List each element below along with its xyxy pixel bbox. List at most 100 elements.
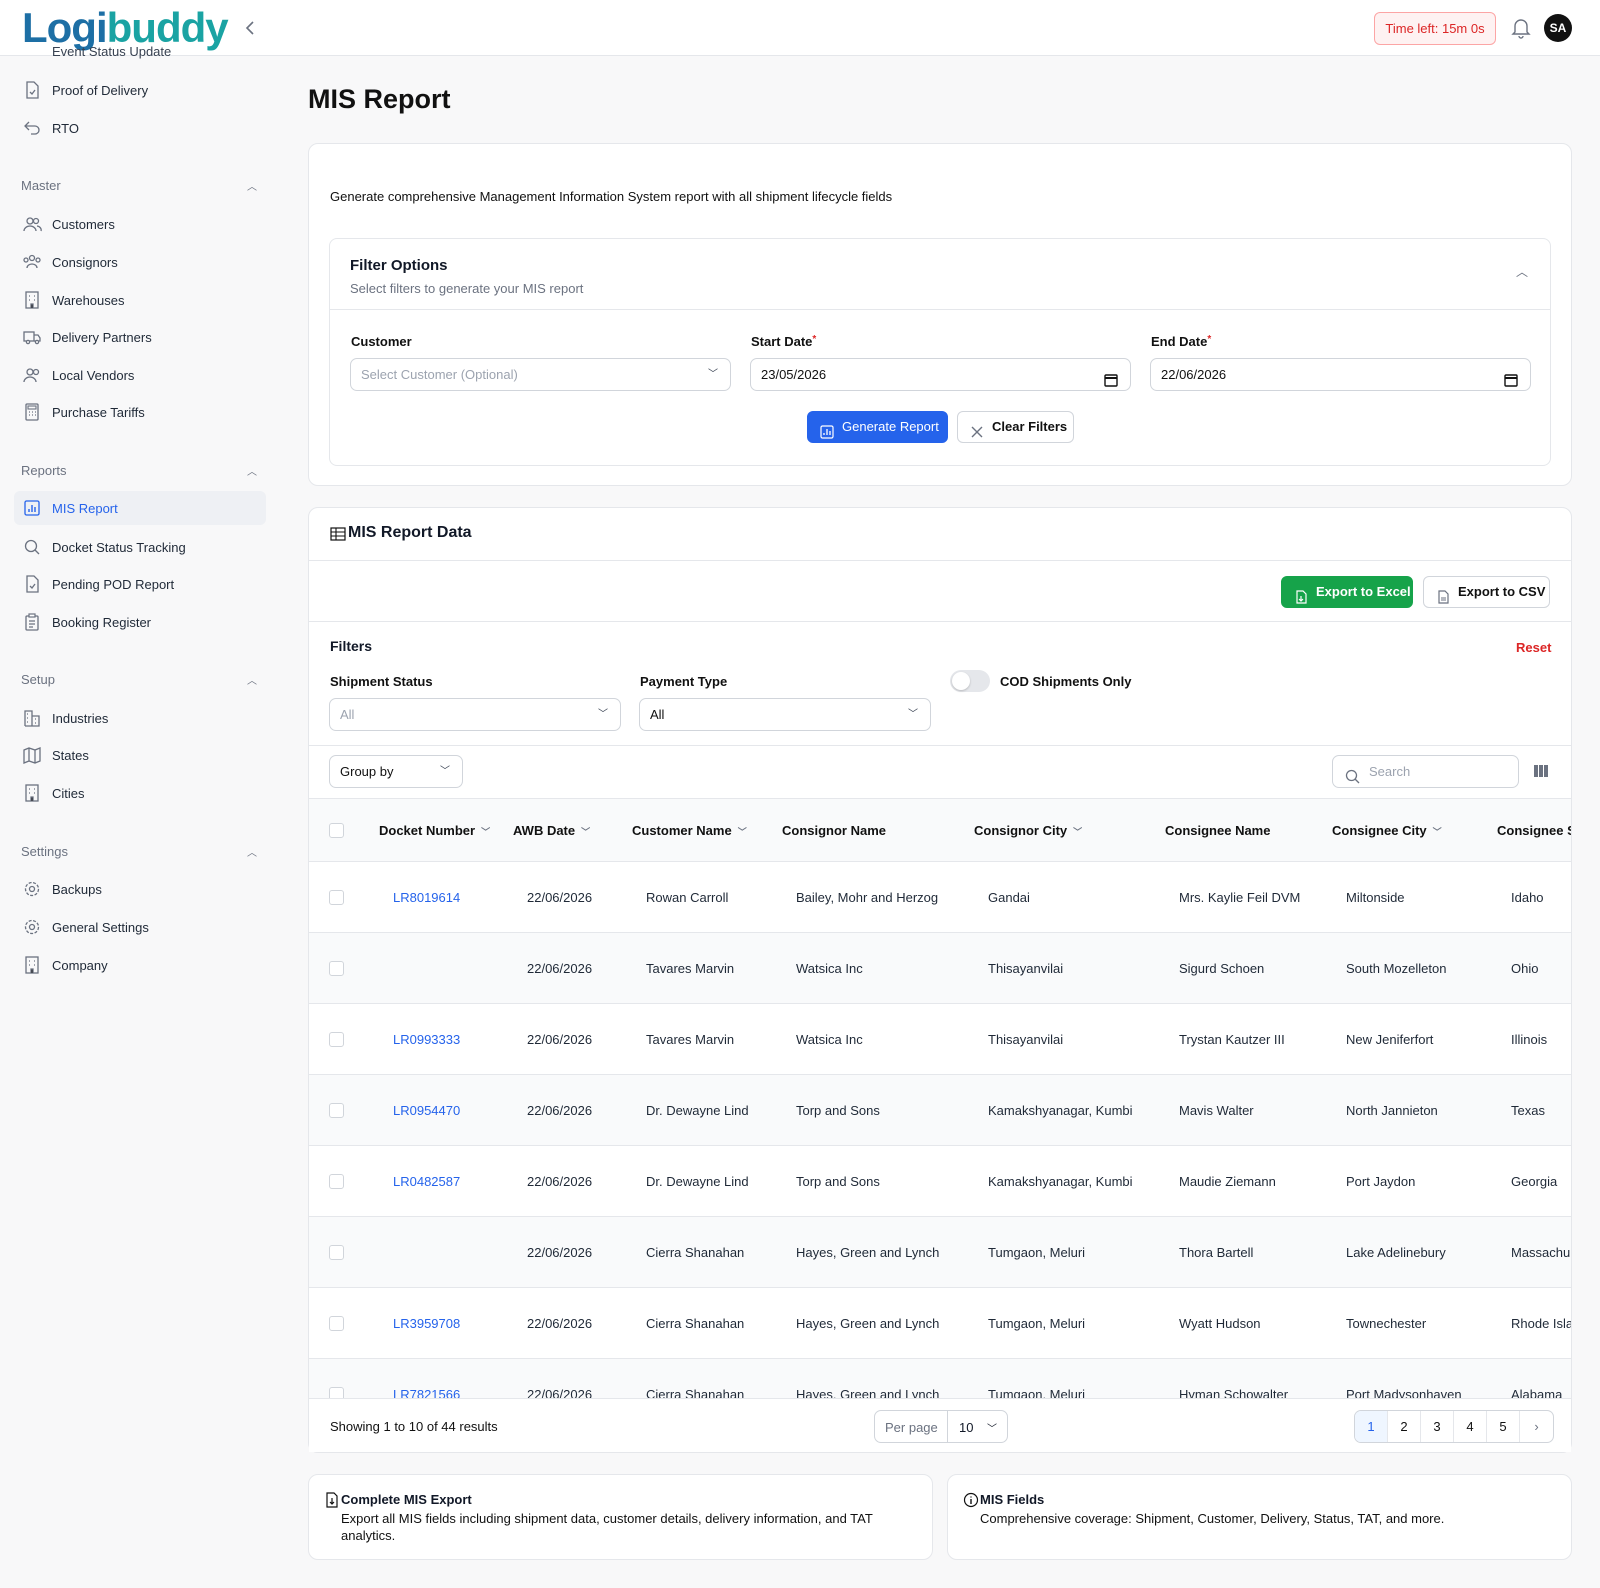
start-date-input[interactable]: 23/05/2026 <box>750 358 1131 391</box>
table-row[interactable]: LR7821566 22/06/2026 Cierra Shanahan Hayes,… <box>309 1359 1571 1398</box>
per-page-select[interactable]: Per page 10 ﹀ <box>874 1410 1008 1443</box>
sidebar-section-master[interactable]: Master ︿ <box>21 178 257 193</box>
users-icon <box>22 365 42 385</box>
row-checkbox[interactable] <box>329 1387 344 1398</box>
sidebar-item-event-status-update[interactable]: Event Status Update <box>52 44 171 59</box>
table-cell: Sigurd Schoen <box>1179 961 1265 976</box>
sidebar-item-purchase-tariffs[interactable]: Purchase Tariffs <box>14 395 266 429</box>
row-checkbox[interactable] <box>329 1174 344 1189</box>
return-arrow-icon <box>22 118 42 138</box>
sidebar-section-reports[interactable]: Reports ︿ <box>21 463 257 478</box>
generate-report-button[interactable]: Generate Report <box>807 411 948 443</box>
calendar-icon[interactable] <box>1504 367 1518 387</box>
clear-filters-button[interactable]: Clear Filters <box>957 411 1074 443</box>
sidebar-item-docket-status-tracking[interactable]: Docket Status Tracking <box>14 530 266 564</box>
row-checkbox[interactable] <box>329 1245 344 1260</box>
row-checkbox[interactable] <box>329 890 344 905</box>
export-excel-button[interactable]: Export to Excel <box>1281 576 1413 608</box>
sidebar-item-local-vendors[interactable]: Local Vendors <box>14 358 266 392</box>
row-checkbox[interactable] <box>329 961 344 976</box>
page-1-button[interactable]: 1 <box>1355 1411 1388 1442</box>
sidebar-item-booking-register[interactable]: Booking Register <box>14 605 266 639</box>
sidebar-item-pending-pod-report[interactable]: Pending POD Report <box>14 567 266 601</box>
sidebar-section-settings[interactable]: Settings ︿ <box>21 844 257 859</box>
sidebar-item-cities[interactable]: Cities <box>14 776 266 810</box>
page-description: Generate comprehensive Management Inform… <box>330 189 893 204</box>
docket-link[interactable]: LR0993333 <box>393 1032 460 1047</box>
filter-options-subtitle: Select filters to generate your MIS repo… <box>350 281 584 296</box>
export-csv-button[interactable]: Export to CSV <box>1423 576 1550 608</box>
columns-icon[interactable] <box>1533 764 1549 778</box>
payment-type-select[interactable]: All ﹀ <box>639 698 931 731</box>
table-row[interactable]: LR0482587 22/06/2026 Dr. Dewayne Lind Torp … <box>309 1146 1571 1217</box>
sidebar-section-setup[interactable]: Setup ︿ <box>21 672 257 687</box>
sidebar-item-consignors[interactable]: Consignors <box>14 245 266 279</box>
column-header-docket-number[interactable]: Docket Number ﹀ <box>379 823 490 838</box>
group-by-select[interactable]: Group by ﹀ <box>329 755 463 788</box>
sidebar-item-general-settings[interactable]: General Settings <box>14 910 266 944</box>
sidebar-item-proof-of-delivery[interactable]: Proof of Delivery <box>14 73 266 107</box>
table-row[interactable]: 22/06/2026 Cierra Shanahan Hayes, Green an… <box>309 1217 1571 1288</box>
sidebar-item-rto[interactable]: RTO <box>14 111 266 145</box>
collapse-sidebar-icon[interactable] <box>240 16 260 40</box>
table-row[interactable]: LR0993333 22/06/2026 Tavares Marvin Watsica… <box>309 1004 1571 1075</box>
customer-select[interactable]: Select Customer (Optional) ﹀ <box>350 358 731 391</box>
building-icon <box>22 955 42 975</box>
select-all-checkbox[interactable] <box>329 823 344 838</box>
table-cell: Georgia <box>1511 1174 1558 1189</box>
sidebar-item-warehouses[interactable]: Warehouses <box>14 283 266 317</box>
sidebar-item-delivery-partners[interactable]: Delivery Partners <box>14 320 266 354</box>
shipment-status-select[interactable]: All ﹀ <box>329 698 621 731</box>
sidebar-item-company[interactable]: Company <box>14 948 266 982</box>
table-row[interactable]: 22/06/2026 Tavares Marvin Watsica Inc Thisa… <box>309 933 1571 1004</box>
docket-link[interactable]: LR8019614 <box>393 890 460 905</box>
sort-icon: ﹀ <box>1432 827 1442 837</box>
chevron-up-icon: ︿ <box>247 676 257 687</box>
docket-link[interactable]: LR3959708 <box>393 1316 460 1331</box>
sort-icon: ﹀ <box>481 827 491 837</box>
docket-link[interactable]: LR7821566 <box>393 1387 460 1398</box>
page-2-button[interactable]: 2 <box>1388 1411 1421 1442</box>
table-cell: Tavares Marvin <box>646 1032 735 1047</box>
docket-link[interactable]: LR0482587 <box>393 1174 460 1189</box>
column-header-awb-date[interactable]: AWB Date ﹀ <box>513 823 590 838</box>
row-checkbox[interactable] <box>329 1032 344 1047</box>
table-row[interactable]: LR0954470 22/06/2026 Dr. Dewayne Lind Torp … <box>309 1075 1571 1146</box>
search-input[interactable]: Search <box>1332 755 1519 788</box>
sidebar-item-backups[interactable]: Backups <box>14 872 266 906</box>
column-header-consignee-state[interactable]: Consignee S <box>1497 823 1571 838</box>
column-header-customer-name[interactable]: Customer Name ﹀ <box>632 823 747 838</box>
sidebar-item-states[interactable]: States <box>14 738 266 772</box>
close-icon <box>970 420 984 438</box>
end-date-input[interactable]: 22/06/2026 <box>1150 358 1531 391</box>
cod-toggle[interactable] <box>950 670 990 692</box>
sidebar-item-customers[interactable]: Customers <box>14 207 266 241</box>
calendar-icon[interactable] <box>1104 367 1118 387</box>
divider <box>309 745 1571 746</box>
table-cell: Tumgaon, Meluri <box>988 1245 1086 1260</box>
table-cell: Hayes, Green and Lynch <box>796 1316 940 1331</box>
page-4-button[interactable]: 4 <box>1454 1411 1487 1442</box>
bell-icon[interactable] <box>1510 16 1532 40</box>
chevron-up-icon[interactable]: ︿ <box>1516 263 1528 280</box>
table-row[interactable]: LR3959708 22/06/2026 Cierra Shanahan Hayes,… <box>309 1288 1571 1359</box>
sidebar-item-label: States <box>52 748 89 763</box>
shipment-status-label: Shipment Status <box>330 674 433 689</box>
chevron-down-icon: ﹀ <box>440 766 450 777</box>
table-cell: Bailey, Mohr and Herzog <box>796 890 939 905</box>
reset-button[interactable]: Reset <box>1516 640 1551 655</box>
sidebar-item-mis-report[interactable]: MIS Report <box>14 491 266 525</box>
next-page-button[interactable]: › <box>1520 1411 1553 1442</box>
column-header-consignor-name[interactable]: Consignor Name <box>782 823 886 838</box>
column-header-consignee-name[interactable]: Consignee Name <box>1165 823 1270 838</box>
page-3-button[interactable]: 3 <box>1421 1411 1454 1442</box>
docket-link[interactable]: LR0954470 <box>393 1103 460 1118</box>
table-row[interactable]: LR8019614 22/06/2026 Rowan Carroll Bailey, … <box>309 862 1571 933</box>
column-header-consignee-city[interactable]: Consignee City ﹀ <box>1332 823 1442 838</box>
avatar[interactable]: SA <box>1544 14 1572 42</box>
column-header-consignor-city[interactable]: Consignor City ﹀ <box>974 823 1082 838</box>
row-checkbox[interactable] <box>329 1316 344 1331</box>
page-5-button[interactable]: 5 <box>1487 1411 1520 1442</box>
row-checkbox[interactable] <box>329 1103 344 1118</box>
sidebar-item-industries[interactable]: Industries <box>14 701 266 735</box>
